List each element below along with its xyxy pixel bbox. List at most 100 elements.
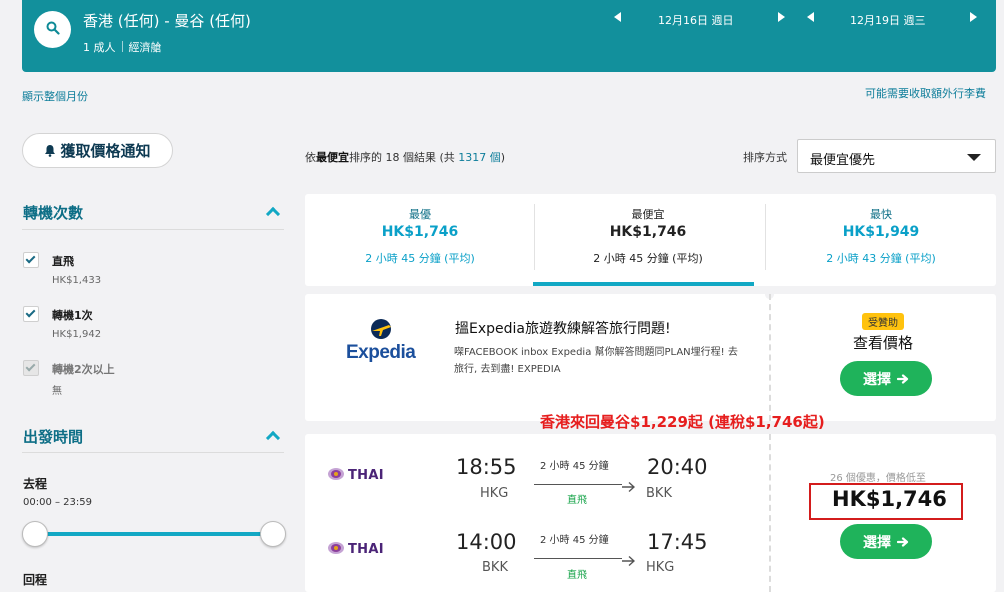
outbound-time-slider[interactable] xyxy=(36,532,274,536)
arrive-time: 20:40 xyxy=(647,455,708,479)
collapse-departure-time-icon[interactable] xyxy=(265,430,281,446)
divider xyxy=(121,41,123,52)
arrive-airport: BKK xyxy=(646,486,672,501)
depart-airport: HKG xyxy=(480,486,509,501)
tab-duration: 2 小時 43 分鐘 (平均) xyxy=(826,252,936,265)
depart-time: 18:55 xyxy=(456,455,517,479)
divider xyxy=(22,229,284,230)
stops-filter-title[interactable]: 轉機次數 xyxy=(23,202,83,223)
search-icon xyxy=(46,20,60,39)
tab-duration: 2 小時 45 分鐘 (平均) xyxy=(365,252,475,265)
ad-description: 㗎FACEBOOK inbox Expedia 幫你解答問題同PLAN埋行程! … xyxy=(454,347,738,375)
check-icon xyxy=(25,307,36,318)
depart-date[interactable]: 12月16日 週日 xyxy=(658,12,734,28)
price-alert-button[interactable]: 獲取價格通知 xyxy=(22,133,173,168)
plane-icon xyxy=(621,552,636,571)
airline-return: THAI xyxy=(327,540,384,559)
outbound-label: 去程 xyxy=(23,477,48,491)
active-tab-indicator xyxy=(533,282,754,286)
stops-two-plus-price: 無 xyxy=(52,386,62,397)
tab-best[interactable]: 最優 HK$1,746 2 小時 45 分鐘 (平均) xyxy=(305,194,535,286)
check-icon xyxy=(25,253,36,264)
stops-one-label[interactable]: 轉機1次 xyxy=(52,307,93,323)
select-label: 選擇 xyxy=(863,371,891,388)
bell-icon xyxy=(44,144,56,157)
route-line xyxy=(534,484,622,485)
search-summary-bar[interactable]: 香港 (任何) - 曼谷 (任何) 1 成人 經濟艙 12月16日 週日 12月1… xyxy=(22,0,996,72)
search-button[interactable] xyxy=(34,11,71,48)
return-date-control: 12月19日 週三 xyxy=(807,12,977,28)
results-suffix: ) xyxy=(500,151,506,164)
depart-date-control: 12月16日 週日 xyxy=(614,12,785,28)
price-highlight-box xyxy=(809,483,963,520)
sort-dropdown[interactable]: 最便宜優先 xyxy=(797,139,996,173)
tab-cheapest[interactable]: 最便宜 HK$1,746 2 小時 45 分鐘 (平均) xyxy=(533,194,763,286)
stops-direct-checkbox[interactable] xyxy=(23,252,39,268)
passenger-cabin-info: 1 成人 經濟艙 xyxy=(83,39,162,55)
tab-duration: 2 小時 45 分鐘 (平均) xyxy=(593,252,703,265)
expedia-wordmark: Expedia xyxy=(346,342,416,363)
results-prefix: 依 xyxy=(305,151,316,164)
next-depart-date-icon[interactable] xyxy=(778,12,785,22)
results-summary: 依最便宜排序的 18 個結果 (共 1317 個) xyxy=(305,149,505,165)
tab-price: HK$1,746 xyxy=(609,224,687,240)
ad-select-button[interactable]: 選擇 xyxy=(840,361,932,396)
airline-name: THAI xyxy=(348,468,384,483)
return-date[interactable]: 12月19日 週三 xyxy=(850,12,926,28)
collapse-stops-icon[interactable] xyxy=(265,206,281,222)
arrive-time: 17:45 xyxy=(647,530,708,554)
show-whole-month-link[interactable]: 顯示整個月份 xyxy=(22,88,88,104)
select-label: 選擇 xyxy=(863,534,891,551)
flight-select-button[interactable]: 選擇 xyxy=(840,524,932,559)
route-line xyxy=(534,558,622,559)
leg-duration: 2 小時 45 分鐘 xyxy=(540,461,609,472)
ad-title[interactable]: 搵Expedia旅遊教練解答旅行問題! xyxy=(455,318,671,338)
stops-direct-label[interactable]: 直飛 xyxy=(52,253,74,269)
price-alert-label: 獲取價格通知 xyxy=(60,142,151,160)
stops-one-price: HK$1,942 xyxy=(52,329,102,340)
results-sort-key: 最便宜 xyxy=(316,151,349,164)
depart-time: 14:00 xyxy=(456,530,517,554)
arrow-right-icon xyxy=(897,373,909,384)
ticket-divider xyxy=(769,294,771,421)
departure-time-filter-title[interactable]: 出發時間 xyxy=(23,426,83,447)
thai-airways-logo-icon xyxy=(327,466,345,485)
next-return-date-icon[interactable] xyxy=(970,12,977,22)
baggage-fee-link[interactable]: 可能需要收取額外行李費 xyxy=(865,85,986,101)
tab-title: 最快 xyxy=(870,208,892,221)
slider-end-handle[interactable] xyxy=(260,521,286,547)
sort-value: 最便宜優先 xyxy=(810,153,876,168)
slider-start-handle[interactable] xyxy=(22,521,48,547)
tab-price: HK$1,746 xyxy=(381,224,459,240)
sponsored-badge: 受贊助 xyxy=(862,313,904,330)
check-icon xyxy=(25,361,36,372)
results-middle: 排序的 18 個結果 (共 xyxy=(349,151,459,164)
prev-return-date-icon[interactable] xyxy=(807,12,814,22)
stops-one-checkbox[interactable] xyxy=(23,306,39,322)
tab-price: HK$1,949 xyxy=(842,224,920,240)
route-title: 香港 (任何) - 曼谷 (任何) xyxy=(83,12,251,30)
divider xyxy=(22,452,284,453)
deals-count: 26 個優惠，價格低至 xyxy=(830,473,926,484)
cabin-class: 經濟艙 xyxy=(128,41,162,54)
stops-two-plus-label: 轉機2次以上 xyxy=(52,363,115,376)
sort-label: 排序方式 xyxy=(743,151,787,164)
sponsored-ad-card[interactable]: Expedia 搵Expedia旅遊教練解答旅行問題! 㗎FACEBOOK in… xyxy=(305,290,996,421)
leg-duration: 2 小時 45 分鐘 xyxy=(540,535,609,546)
airline-outbound: THAI xyxy=(327,466,384,485)
prev-depart-date-icon[interactable] xyxy=(614,12,621,22)
leg-stops: 直飛 xyxy=(567,570,587,581)
chevron-down-icon xyxy=(967,154,981,161)
view-price-text: 查看價格 xyxy=(853,334,914,352)
depart-airport: BKK xyxy=(482,560,508,575)
outbound-time-range: 00:00 – 23:59 xyxy=(23,497,92,508)
plane-icon xyxy=(621,478,636,497)
sort-tabs: 最優 HK$1,746 2 小時 45 分鐘 (平均) 最便宜 HK$1,746… xyxy=(305,194,996,286)
leg-stops: 直飛 xyxy=(567,495,587,506)
results-total: 1317 個 xyxy=(458,151,501,164)
promo-annotation: 香港來回曼谷$1,229起 (連稅$1,746起) xyxy=(540,413,825,431)
ticket-divider xyxy=(769,434,771,592)
passenger-count: 1 成人 xyxy=(83,41,116,54)
tab-title: 最優 xyxy=(409,208,431,221)
tab-fastest[interactable]: 最快 HK$1,949 2 小時 43 分鐘 (平均) xyxy=(766,194,996,286)
